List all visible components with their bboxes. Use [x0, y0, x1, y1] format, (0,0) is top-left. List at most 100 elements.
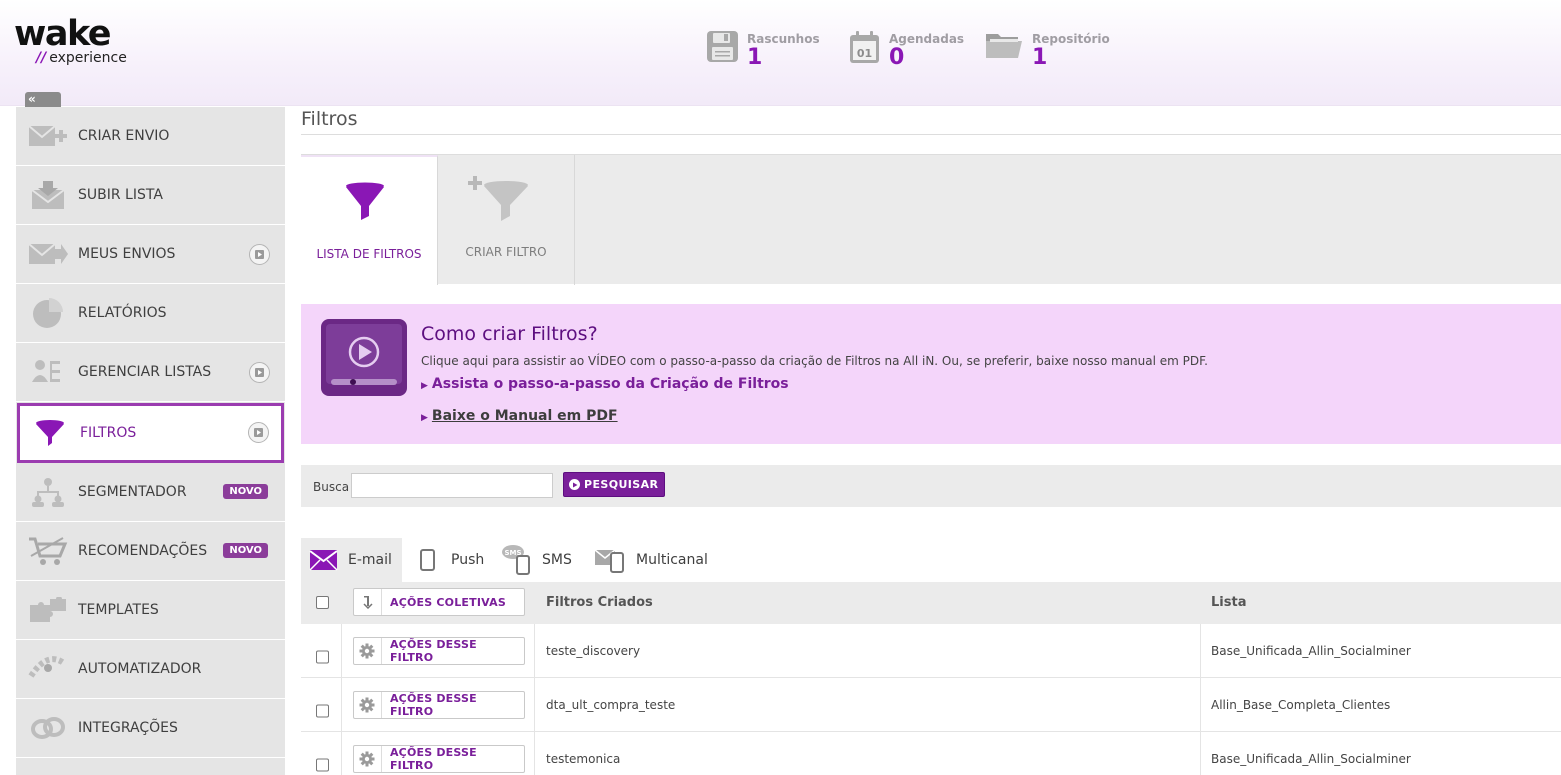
table-row: AÇÕES DESSE FILTRO dta_ult_compra_teste …	[301, 678, 1561, 732]
column-header-filtros: Filtros Criados	[546, 595, 653, 610]
filter-list: Base_Unificada_Allin_Socialminer	[1211, 752, 1411, 766]
search-input[interactable]	[351, 473, 553, 498]
row-actions-button[interactable]: AÇÕES DESSE FILTRO	[353, 745, 525, 773]
video-player-icon[interactable]	[321, 319, 407, 396]
sidebar: CRIAR ENVIO SUBIR LISTA MEUS ENVIOS RELA…	[16, 107, 285, 775]
tab-multicanal[interactable]: Multicanal	[586, 538, 708, 582]
pie-chart-icon	[28, 297, 68, 329]
tab-label: LISTA DE FILTROS	[316, 247, 422, 261]
sidebar-item-templates[interactable]: TEMPLATES	[16, 581, 285, 640]
sidebar-item-meus-envios[interactable]: MEUS ENVIOS	[16, 225, 285, 284]
sidebar-item-label: TEMPLATES	[78, 602, 159, 618]
tab-email[interactable]: E-mail	[301, 538, 402, 582]
sidebar-item-label: SEGMENTADOR	[78, 484, 187, 500]
video-link-text: Assista o passo-a-passo da Criação de Fi…	[431, 376, 789, 392]
sidebar-item-label: AUTOMATIZADOR	[78, 661, 202, 677]
filter-list: Allin_Base_Completa_Clientes	[1211, 698, 1391, 712]
stat-label: Repositório	[1032, 32, 1110, 46]
filter-name: teste_discovery	[546, 644, 641, 658]
tab-label: SMS	[542, 552, 572, 568]
sidebar-item-gerenciar-listas[interactable]: GERENCIAR LISTAS	[16, 343, 285, 402]
page-title: Filtros	[301, 108, 358, 130]
stat-value: 0	[889, 45, 905, 70]
row-checkbox[interactable]	[316, 704, 329, 718]
novo-badge: NOVO	[223, 484, 268, 499]
video-tutorial-banner: Como criar Filtros? Clique aqui para ass…	[301, 304, 1561, 444]
select-all-checkbox[interactable]	[316, 596, 329, 609]
gear-icon	[354, 746, 382, 772]
sidebar-item-label: MEUS ENVIOS	[78, 246, 176, 262]
row-checkbox[interactable]	[316, 758, 329, 772]
link-icon	[28, 712, 68, 744]
table-header: AÇÕES COLETIVAS Filtros Criados Lista	[301, 582, 1561, 624]
add-funnel-icon	[468, 176, 528, 221]
wake-logo[interactable]: wake //experience	[14, 14, 127, 66]
table-row: AÇÕES DESSE FILTRO testemonica Base_Unif…	[301, 732, 1561, 775]
filter-name: testemonica	[546, 752, 621, 766]
column-header-lista: Lista	[1211, 595, 1247, 610]
tab-sms[interactable]: SMS SMS	[494, 538, 572, 582]
video-tutorial-link[interactable]: ▶ Assista o passo-a-passo da Criação de F…	[421, 376, 789, 392]
folder-icon	[986, 34, 1022, 58]
video-play-icon[interactable]	[249, 362, 270, 383]
table-row: AÇÕES DESSE FILTRO teste_discovery Base_…	[301, 624, 1561, 678]
row-actions-label: AÇÕES DESSE FILTRO	[389, 692, 477, 718]
row-actions-label: AÇÕES DESSE FILTRO	[389, 638, 477, 664]
sidebar-item-relatorios[interactable]: RELATÓRIOS	[16, 284, 285, 343]
gear-icon	[354, 638, 382, 664]
cart-icon	[28, 535, 68, 567]
sidebar-item-recomendacoes[interactable]: RECOMENDAÇÕES NOVO	[16, 522, 285, 581]
pdf-manual-link[interactable]: ▶ Baixe o Manual em PDF	[421, 408, 618, 424]
search-button[interactable]: PESQUISAR	[563, 472, 666, 497]
tab-push[interactable]: Push	[409, 538, 484, 582]
banner-description: Clique aqui para assistir ao VÍDEO com o…	[421, 354, 1208, 368]
sidebar-collapse-button[interactable]: «	[25, 92, 61, 107]
sidebar-item-subir-lista[interactable]: SUBIR LISTA	[16, 166, 285, 225]
funnel-icon	[346, 182, 384, 220]
tab-label: Push	[451, 552, 485, 568]
gear-icon	[354, 692, 382, 718]
logo-sub-text: experience	[49, 50, 127, 66]
tab-label: Multicanal	[636, 552, 708, 568]
bulk-actions-button[interactable]: AÇÕES COLETIVAS	[353, 588, 525, 616]
funnel-icon	[30, 417, 70, 449]
my-sends-icon	[28, 238, 68, 270]
search-bar: Busca PESQUISAR	[301, 465, 1561, 507]
filters-table: AÇÕES COLETIVAS Filtros Criados Lista AÇ…	[301, 582, 1561, 775]
row-actions-button[interactable]: AÇÕES DESSE FILTRO	[353, 691, 525, 719]
arrow-right-icon: ▶	[421, 413, 428, 423]
tab-criar-filtro[interactable]: CRIAR FILTRO	[438, 155, 575, 285]
sidebar-item-automatizador[interactable]: AUTOMATIZADOR	[16, 640, 285, 699]
filter-name: dta_ult_compra_teste	[546, 698, 676, 712]
floppy-disk-icon	[707, 31, 738, 62]
video-play-icon[interactable]	[249, 244, 270, 265]
sidebar-item-integracoes[interactable]: INTEGRAÇÕES	[16, 699, 285, 758]
stat-repositorio[interactable]: Repositório 1	[984, 30, 1110, 70]
stat-agendadas[interactable]: 01 Agendadas 0	[848, 30, 964, 70]
filter-list: Base_Unificada_Allin_Socialminer	[1211, 644, 1411, 658]
play-icon	[569, 479, 580, 490]
calendar-icon-text: 01	[857, 47, 872, 60]
sidebar-item-criar-envio[interactable]: CRIAR ENVIO	[16, 107, 285, 166]
sidebar-item-label: SUBIR LISTA	[78, 187, 163, 203]
search-label: Busca	[313, 480, 350, 494]
row-checkbox[interactable]	[316, 650, 329, 664]
stat-value: 1	[747, 45, 763, 70]
calendar-icon: 01	[850, 31, 879, 63]
stat-rascunhos[interactable]: Rascunhos 1	[706, 30, 820, 70]
pdf-link-text: Baixe o Manual em PDF	[431, 408, 618, 424]
stat-label: Agendadas	[889, 32, 965, 46]
sidebar-item-filtros[interactable]: FILTROS	[17, 403, 284, 463]
upload-list-icon	[28, 179, 68, 211]
sidebar-item-label: GERENCIAR LISTAS	[78, 364, 212, 380]
row-actions-label: AÇÕES DESSE FILTRO	[389, 746, 477, 772]
logo-main-text: wake	[14, 14, 112, 54]
automation-icon	[28, 653, 68, 685]
sidebar-item-label: CRIAR ENVIO	[78, 128, 170, 144]
tab-lista-de-filtros[interactable]: LISTA DE FILTROS	[301, 155, 438, 285]
sidebar-item-segmentador[interactable]: SEGMENTADOR NOVO	[16, 463, 285, 522]
row-actions-button[interactable]: AÇÕES DESSE FILTRO	[353, 637, 525, 665]
video-play-icon[interactable]	[248, 422, 269, 443]
sms-icon: SMS	[502, 545, 530, 575]
search-button-label: PESQUISAR	[584, 478, 659, 491]
